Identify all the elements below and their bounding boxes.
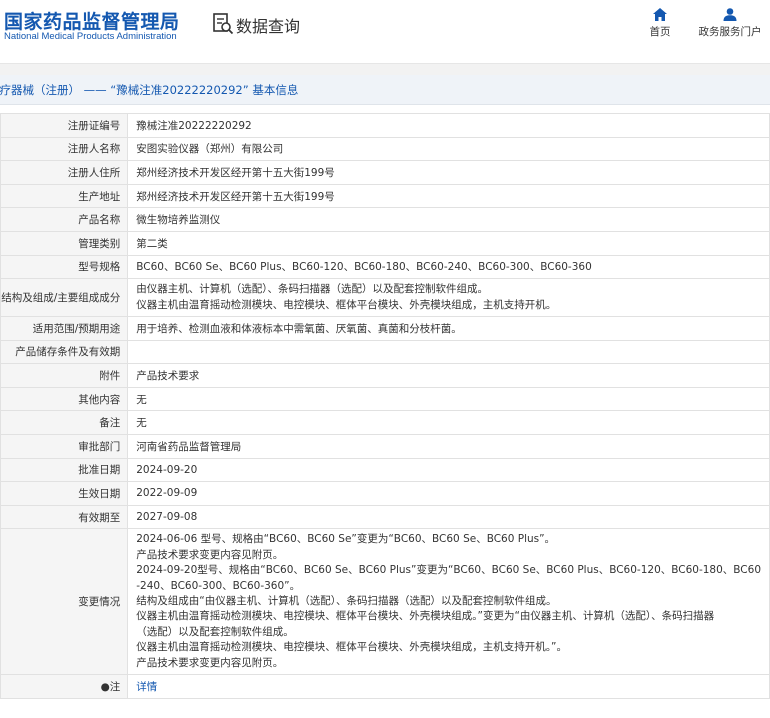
row-key: 产品名称 <box>0 207 129 232</box>
row-key: 结构及组成/主要组成成分 <box>0 278 129 317</box>
table-row: 附件 产品技术要求 <box>0 363 770 388</box>
row-value: 2024-09-20 <box>127 457 770 483</box>
row-key: 注册人住所 <box>0 160 129 185</box>
table-row: 备注 无 <box>0 410 770 435</box>
table-row: 注册人名称 安图实验仪器（郑州）有限公司 <box>0 136 770 162</box>
row-value: 第二类 <box>127 230 770 256</box>
table-row: 有效期至 2027-09-08 <box>0 504 770 530</box>
table-row: 型号规格 BC60、BC60 Se、BC60 Plus、BC60-120、BC6… <box>0 254 770 280</box>
row-value: 用于培养、检测血液和体液标本中需氧菌、厌氧菌、真菌和分枝杆菌。 <box>127 315 770 341</box>
registration-info-table: 注册证编号 豫械注准20222220292 注册人名称 安图实验仪器（郑州）有限… <box>0 113 770 699</box>
row-value-line: 仪器主机由温育摇动检测模块、电控模块、框体平台模块、外壳模块组成。”变更为“由仪… <box>136 610 715 623</box>
row-value-line: 结构及组成由“由仪器主机、计算机（选配）、条码扫描器（选配）以及配套控制软件组成… <box>136 594 557 607</box>
home-icon <box>653 8 667 21</box>
row-value: 2024-06-06 型号、规格由“BC60、BC60 Se”变更为“BC60、… <box>127 528 770 675</box>
row-value: BC60、BC60 Se、BC60 Plus、BC60-120、BC60-180… <box>127 254 770 280</box>
row-value: 详情 <box>127 673 770 699</box>
row-value: 微生物培养监测仪 <box>127 207 770 232</box>
row-value: 由仪器主机、计算机（选配）、条码扫描器（选配）以及配套控制软件组成。 仪器主机由… <box>127 278 770 317</box>
table-row: 产品名称 微生物培养监测仪 <box>0 207 770 232</box>
row-value: 无 <box>127 410 770 435</box>
table-row: 适用范围/预期用途 用于培养、检测血液和体液标本中需氧菌、厌氧菌、真菌和分枝杆菌… <box>0 315 770 341</box>
row-value <box>127 339 770 365</box>
table-row: 结构及组成/主要组成成分 由仪器主机、计算机（选配）、条码扫描器（选配）以及配套… <box>0 278 770 317</box>
row-value: 2022-09-09 <box>127 481 770 506</box>
row-value-line: -240、BC60-300、BC60-360”。 <box>136 579 301 592</box>
table-row: 生效日期 2022-09-09 <box>0 481 770 506</box>
row-value-line: 仪器主机由温育摇动检测模块、电控模块、框体平台模块、外壳模块组成，主机支持开机。 <box>136 298 557 311</box>
header-divider <box>0 63 770 75</box>
details-link[interactable]: 详情 <box>136 681 157 693</box>
nav-portal-label: 政务服务门户 <box>698 26 762 38</box>
user-icon <box>723 8 737 21</box>
row-key: 注册证编号 <box>0 113 129 138</box>
row-value-line: （选配）以及配套控制软件组成。 <box>136 625 294 638</box>
table-row: ●注 详情 <box>0 673 770 699</box>
row-key: 管理类别 <box>0 230 129 256</box>
row-key: 生产地址 <box>0 183 129 209</box>
top-header: 国家药品监督管理局 National Medical Products Admi… <box>0 0 770 54</box>
row-value: 无 <box>127 386 770 412</box>
table-row: 生产地址 郑州经济技术开发区经开第十五大街199号 <box>0 183 770 209</box>
row-value: 安图实验仪器（郑州）有限公司 <box>127 136 770 162</box>
table-row: 注册证编号 豫械注准20222220292 <box>0 113 770 138</box>
table-row: 其他内容 无 <box>0 386 770 412</box>
table-row: 批准日期 2024-09-20 <box>0 457 770 483</box>
row-key: 适用范围/预期用途 <box>0 315 129 341</box>
row-key: 型号规格 <box>0 254 129 280</box>
row-value: 产品技术要求 <box>127 363 770 388</box>
row-key: 其他内容 <box>0 386 129 412</box>
table-row: 变更情况 2024-06-06 型号、规格由“BC60、BC60 Se”变更为“… <box>0 528 770 675</box>
row-key: 变更情况 <box>0 528 129 675</box>
row-value: 2027-09-08 <box>127 504 770 530</box>
row-key: 注册人名称 <box>0 136 129 162</box>
nav-home-label: 首页 <box>649 26 671 38</box>
row-key: ●注 <box>0 673 129 699</box>
data-query-title: 数据查询 <box>236 17 301 36</box>
row-value-line: 由仪器主机、计算机（选配）、条码扫描器（选配）以及配套控制软件组成。 <box>136 283 488 296</box>
row-value-line: 产品技术要求变更内容见附页。 <box>136 548 284 561</box>
row-value: 河南省药品监督管理局 <box>127 433 770 459</box>
table-row: 注册人住所 郑州经济技术开发区经开第十五大街199号 <box>0 160 770 185</box>
agency-logo-cn[interactable]: 国家药品监督管理局 <box>4 7 180 34</box>
row-value: 郑州经济技术开发区经开第十五大街199号 <box>127 160 770 185</box>
row-key: 有效期至 <box>0 504 129 530</box>
nav-home-link[interactable]: 首页 <box>640 8 680 39</box>
table-row: 产品储存条件及有效期 <box>0 339 770 365</box>
agency-logo-en: National Medical Products Administration <box>4 31 177 42</box>
breadcrumb: 医疗器械（注册） —— “豫械注准20222220292” 基本信息 <box>0 75 770 105</box>
table-row: 审批部门 河南省药品监督管理局 <box>0 433 770 459</box>
row-value-line: 2024-09-20型号、规格由“BC60、BC60 Se、BC60 Plus”… <box>136 564 761 577</box>
row-key: 生效日期 <box>0 481 129 506</box>
table-row: 管理类别 第二类 <box>0 230 770 256</box>
row-value-line: 仪器主机由温育摇动检测模块、电控模块、框体平台模块、外壳模块组成，主机支持开机。… <box>136 641 567 654</box>
row-key: 附件 <box>0 363 129 388</box>
row-key: 备注 <box>0 410 129 435</box>
row-key: 产品储存条件及有效期 <box>0 339 129 365</box>
row-value-line: 2024-06-06 型号、规格由“BC60、BC60 Se”变更为“BC60、… <box>136 533 556 546</box>
row-key: 批准日期 <box>0 457 129 483</box>
row-value: 郑州经济技术开发区经开第十五大街199号 <box>127 183 770 209</box>
row-key: 审批部门 <box>0 433 129 459</box>
row-value: 豫械注准20222220292 <box>127 113 770 138</box>
data-query-icon <box>213 13 234 35</box>
nav-portal-link[interactable]: 政务服务门户 <box>698 8 762 39</box>
row-value-line: 产品技术要求变更内容见附页。 <box>136 656 284 669</box>
